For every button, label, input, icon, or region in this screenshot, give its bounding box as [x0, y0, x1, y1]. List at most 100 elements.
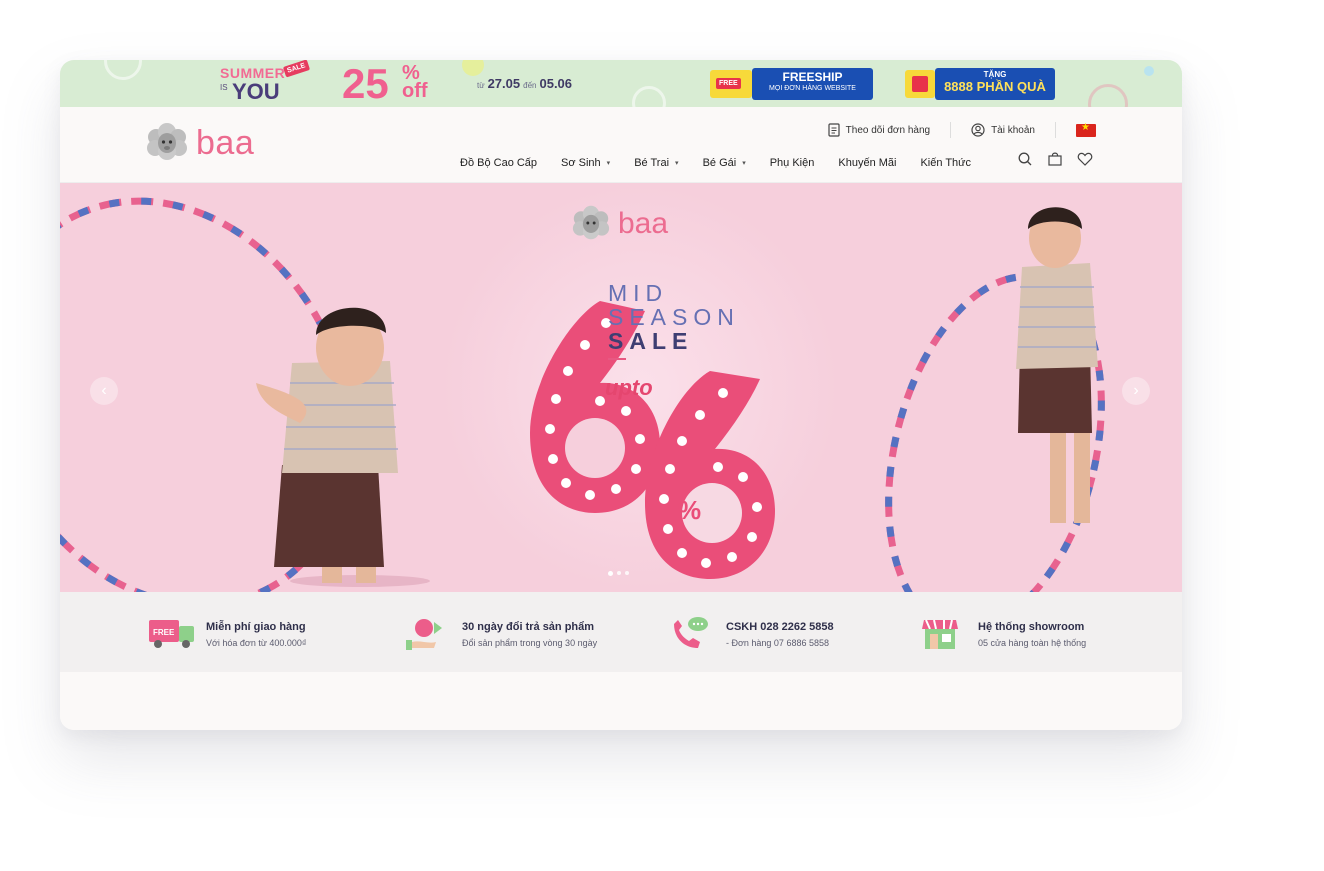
nav-item-khuyen-mai[interactable]: Khuyến Mãi — [838, 157, 896, 169]
upto-text: upto — [605, 375, 653, 400]
accent-line — [608, 358, 626, 360]
gift-badge[interactable]: TẶNG 8888 PHẦN QUÀ — [905, 68, 1055, 100]
carousel-dot[interactable] — [625, 571, 629, 575]
truck-icon: FREE — [710, 70, 752, 98]
nav-item-kien-thuc[interactable]: Kiến Thức — [920, 157, 971, 169]
carousel-next-button[interactable]: › — [1122, 377, 1150, 405]
date-from: 27.05 — [487, 76, 521, 91]
logo-text: baa — [196, 124, 255, 162]
nav-item-phu-kien[interactable]: Phụ Kiện — [770, 157, 815, 169]
feature-showroom[interactable]: Hệ thống showroom 05 cửa hàng toàn hệ th… — [920, 616, 1086, 652]
feature-title: CSKH 028 2262 5858 — [726, 620, 834, 633]
from-label: từ — [477, 81, 485, 90]
track-order-link[interactable]: Theo dõi đơn hàng — [808, 123, 950, 137]
nav-item-do-bo-cao-cap[interactable]: Đồ Bộ Cao Cấp — [460, 157, 537, 169]
gift-box: TẶNG 8888 PHẦN QUÀ — [935, 68, 1055, 100]
discount-percent: 25 — [342, 60, 389, 107]
gift-icon — [905, 70, 935, 98]
carousel-dot[interactable] — [608, 571, 613, 576]
feature-title: Miễn phí giao hàng — [206, 620, 306, 633]
sheep-logo-icon — [572, 205, 610, 240]
site-header: baa Theo dõi đơn hàng Tài khoản Đồ Bộ Ca… — [60, 107, 1182, 183]
feature-title: Hệ thống showroom — [978, 620, 1085, 633]
mid-text: MID — [608, 280, 669, 306]
divider — [1055, 122, 1056, 138]
free-truck-icon: FREE — [149, 620, 194, 648]
feature-subtitle: Đổi sản phẩm trong vòng 30 ngày — [462, 637, 598, 648]
decor-circle — [1088, 84, 1128, 107]
season-text: SEASON — [608, 304, 740, 330]
decor-dot — [1144, 66, 1154, 76]
hero-banner[interactable]: baa MID SEASON SALE upto % ‹ › — [60, 183, 1182, 592]
caret-down-icon: ▾ — [606, 160, 611, 167]
header-icons — [1017, 151, 1093, 167]
feature-subtitle: - Đơn hàng 07 6886 5858 — [726, 637, 829, 648]
nav-item-be-gai[interactable]: Bé Gái ▾ — [703, 157, 746, 169]
promo-banner[interactable]: SUMMER IS YOU SALE 25 % off từ 27.05 đến 05… — [60, 60, 1182, 107]
to-label: đến — [523, 81, 537, 90]
features-strip: FREE Miễn phí giao hàng Với hóa đơn từ 4… — [60, 592, 1182, 672]
search-icon[interactable] — [1017, 151, 1033, 167]
hero-logo-text: baa — [618, 207, 669, 240]
nav-label: Sơ Sinh — [561, 157, 601, 169]
account-link[interactable]: Tài khoản — [951, 123, 1055, 137]
gift-subtitle: 8888 PHẦN QUÀ — [944, 79, 1046, 94]
nav-label: Kiến Thức — [920, 157, 972, 169]
nav-item-be-trai[interactable]: Bé Trai ▾ — [634, 157, 678, 169]
page-bottom-area — [60, 672, 1182, 730]
feature-customer-care[interactable]: CSKH 028 2262 5858 - Đơn hàng 07 6886 58… — [668, 616, 834, 652]
nav-label: Khuyến Mãi — [838, 157, 897, 169]
feature-subtitle: 05 cửa hàng toàn hệ thống — [978, 637, 1087, 648]
promo-date-range: từ 27.05 đến 05.06 — [474, 76, 572, 91]
phone-icon — [674, 617, 708, 648]
free-tag: FREE — [716, 78, 741, 89]
decor-circle — [632, 86, 666, 107]
sale-tag: SALE — [282, 60, 310, 78]
chevron-right-icon: › — [1133, 382, 1139, 399]
sale-text: SALE — [608, 328, 694, 354]
feature-title: 30 ngày đổi trả sản phẩm — [462, 620, 595, 633]
discount-off: % off — [402, 63, 428, 102]
freeship-subtitle: MỌI ĐƠN HÀNG WEBSITE — [769, 85, 856, 92]
svg-text:FREE: FREE — [153, 628, 175, 637]
top-links: Theo dõi đơn hàng Tài khoản — [808, 121, 1096, 139]
account-label: Tài khoản — [991, 124, 1035, 136]
nav-item-so-sinh[interactable]: Sơ Sinh ▾ — [561, 157, 610, 169]
nav-label: Bé Gái — [702, 157, 737, 169]
user-icon — [971, 123, 985, 137]
carousel-prev-button[interactable]: ‹ — [90, 377, 118, 405]
nav-label: Bé Trai — [634, 157, 670, 169]
feature-subtitle: Với hóa đơn từ 400.000₫ — [206, 637, 307, 648]
date-to: 05.06 — [539, 76, 573, 91]
screenshot-stage: SUMMER IS YOU SALE 25 % off từ 27.05 đến 05… — [0, 0, 1324, 871]
freeship-box: FREESHIP MỌI ĐƠN HÀNG WEBSITE — [752, 68, 873, 100]
mid-season-sale-text: MID SEASON SALE — [608, 281, 740, 360]
chevron-left-icon: ‹ — [101, 382, 107, 399]
vietnam-flag-icon[interactable] — [1076, 122, 1096, 137]
return-icon — [406, 619, 442, 650]
you-text: YOU — [232, 79, 280, 104]
carousel-dot[interactable] — [617, 571, 621, 575]
freeship-title: FREESHIP — [782, 70, 843, 84]
carousel-dots — [608, 571, 629, 576]
percent-symbol: % — [678, 495, 702, 525]
sheep-logo-icon — [147, 123, 187, 160]
gift-title: TẶNG — [983, 70, 1007, 79]
nav-label: Đồ Bộ Cao Cấp — [460, 157, 538, 169]
main-nav: Đồ Bộ Cao Cấp Sơ Sinh ▾ Bé Trai ▾ Bé Gái ▾ … — [460, 153, 995, 173]
browser-window: SUMMER IS YOU SALE 25 % off từ 27.05 đến 05… — [60, 60, 1182, 730]
document-icon — [828, 123, 840, 137]
summer-is-you-logo: SUMMER IS YOU SALE — [220, 60, 320, 105]
feature-free-shipping[interactable]: FREE Miễn phí giao hàng Với hóa đơn từ 4… — [148, 616, 307, 652]
is-text: IS — [220, 83, 228, 92]
nav-label: Phụ Kiện — [769, 157, 815, 169]
store-icon — [922, 619, 958, 649]
caret-down-icon: ▾ — [675, 160, 679, 167]
heart-icon[interactable] — [1077, 151, 1093, 167]
freeship-badge[interactable]: FREE FREESHIP MỌI ĐƠN HÀNG WEBSITE — [710, 68, 873, 100]
feature-returns[interactable]: 30 ngày đổi trả sản phẩm Đổi sản phẩm tr… — [404, 616, 597, 652]
shopping-bag-icon[interactable] — [1047, 151, 1063, 167]
decor-dot — [462, 60, 484, 76]
track-order-label: Theo dõi đơn hàng — [845, 124, 931, 136]
off-text: off — [402, 80, 428, 102]
